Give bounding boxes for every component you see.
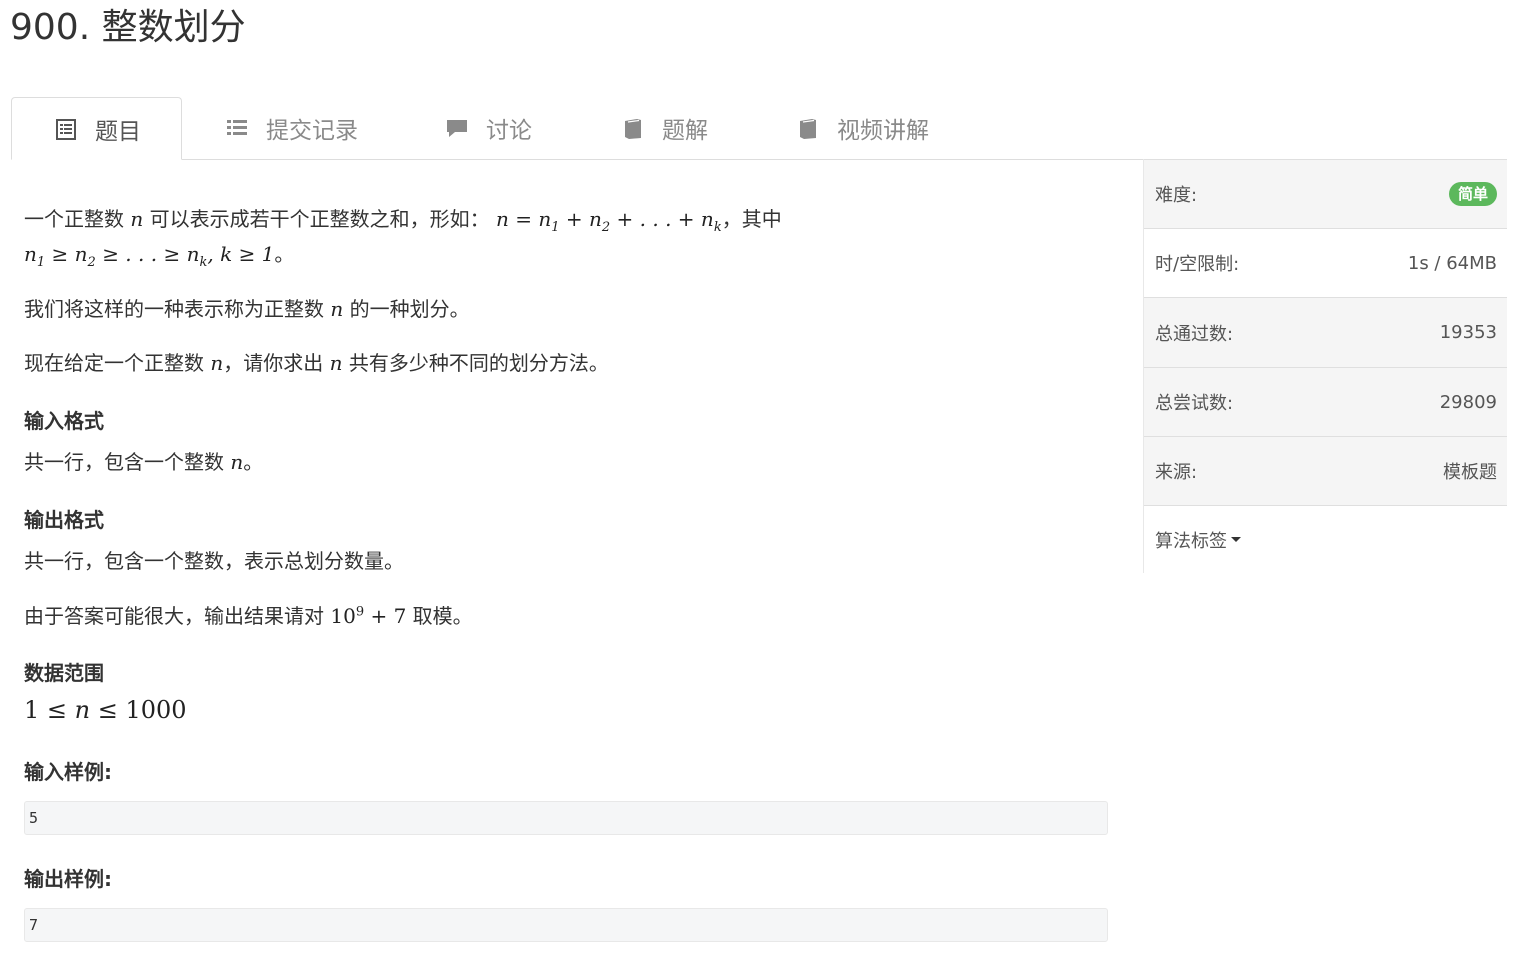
tab-bar: 题目 提交记录 讨论 题解 视频讲解 [11, 97, 1506, 160]
problem-text: ，其中 [721, 207, 782, 231]
problem-info-panel: 难度: 简单 时/空限制: 1s / 64MB 总通过数: 19353 总尝试数… [1143, 159, 1507, 573]
algorithm-tags-label: 算法标签 [1155, 530, 1227, 552]
modulo-note: 由于答案可能很大，输出结果请对 109 + 7 取模。 [24, 600, 473, 629]
document-icon [54, 117, 78, 141]
problem-text: 由于答案可能很大，输出结果请对 [24, 604, 324, 628]
problem-text: 。 [274, 242, 295, 266]
problem-task: 现在给定一个正整数 n，请你求出 n 共有多少种不同的划分方法。 [24, 347, 609, 376]
source-label: 来源: [1155, 462, 1198, 483]
input-format-text: 共一行，包含一个整数 n。 [24, 446, 263, 475]
source-row: 来源: 模板题 [1144, 436, 1507, 505]
book-icon [621, 116, 645, 140]
page-title: 900. 整数划分 [10, 7, 246, 48]
problem-definition: 我们将这样的一种表示称为正整数 n 的一种划分。 [24, 293, 470, 322]
passed-value: 19353 [1439, 322, 1497, 343]
algorithm-tags-toggle[interactable]: 算法标签 [1144, 505, 1507, 573]
math-n: n [210, 351, 224, 375]
math-n: n [130, 207, 144, 231]
passed-label: 总通过数: [1155, 323, 1234, 345]
problem-text: 共有多少种不同的划分方法。 [348, 351, 609, 375]
limit-value: 1s / 64MB [1407, 252, 1497, 274]
tab-submissions[interactable]: 提交记录 [225, 97, 358, 159]
problem-intro-line2: n1 ≥ n2 ≥ . . . ≥ nk, k ≥ 1。 [24, 238, 295, 270]
caret-down-icon [1231, 537, 1241, 542]
passed-row: 总通过数: 19353 [1144, 297, 1507, 367]
tab-solutions-label: 题解 [662, 118, 708, 144]
source-value: 模板题 [1443, 462, 1497, 483]
list-icon [225, 116, 249, 140]
math-n: n [230, 450, 244, 474]
tab-submissions-label: 提交记录 [266, 118, 358, 144]
limit-label: 时/空限制: [1155, 254, 1240, 275]
problem-text: 的一种划分。 [349, 297, 470, 321]
tab-problem-label: 题目 [95, 118, 141, 145]
sample-input-box[interactable]: 5 [24, 801, 1108, 835]
problem-text: 我们将这样的一种表示称为正整数 [24, 297, 324, 321]
math-formula: n1 ≥ n2 ≥ . . . ≥ nk, k ≥ 1 [24, 242, 275, 270]
output-format-text: 共一行，包含一个整数，表示总划分数量。 [24, 549, 404, 573]
math-modulus: 109 + 7 [330, 604, 407, 628]
limit-row: 时/空限制: 1s / 64MB [1144, 228, 1507, 297]
sample-output-heading: 输出样例: [24, 867, 112, 891]
problem-text: 取模。 [412, 604, 473, 628]
attempts-row: 总尝试数: 29809 [1144, 367, 1507, 436]
output-format-heading: 输出格式 [24, 508, 104, 532]
problem-text: 可以表示成若干个正整数之和，形如： [149, 207, 490, 231]
data-range-formula: 1 ≤ n ≤ 1000 [24, 696, 187, 724]
tab-problem[interactable]: 题目 [11, 97, 182, 160]
math-n: n [329, 351, 343, 375]
tab-video-label: 视频讲解 [837, 118, 929, 144]
problem-text: 共一行，包含一个整数 [24, 450, 224, 474]
attempts-value: 29809 [1439, 391, 1497, 413]
difficulty-row: 难度: 简单 [1144, 159, 1507, 228]
tab-solutions[interactable]: 题解 [621, 97, 708, 159]
sample-input-heading: 输入样例: [24, 760, 112, 784]
math-formula: n = n1 + n2 + . . . + nk [495, 207, 722, 235]
problem-text: 现在给定一个正整数 [24, 351, 204, 375]
attempts-label: 总尝试数: [1155, 393, 1234, 414]
tab-discussion[interactable]: 讨论 [445, 97, 532, 159]
tab-video[interactable]: 视频讲解 [796, 97, 929, 159]
problem-text: 一个正整数 [24, 207, 124, 231]
difficulty-label: 难度: [1155, 185, 1198, 206]
problem-text: 。 [243, 450, 264, 474]
comment-icon [445, 116, 469, 140]
sample-output-box[interactable]: 7 [24, 908, 1108, 942]
problem-text: ，请你求出 [223, 351, 324, 375]
tab-discussion-label: 讨论 [486, 118, 532, 144]
math-n: n [330, 297, 344, 321]
input-format-heading: 输入格式 [24, 409, 104, 433]
problem-intro-line1: 一个正整数 n 可以表示成若干个正整数之和，形如： n = n1 + n2 + … [24, 203, 782, 235]
data-range-heading: 数据范围 [24, 661, 104, 685]
difficulty-badge: 简单 [1448, 182, 1497, 206]
book-icon [796, 116, 820, 140]
